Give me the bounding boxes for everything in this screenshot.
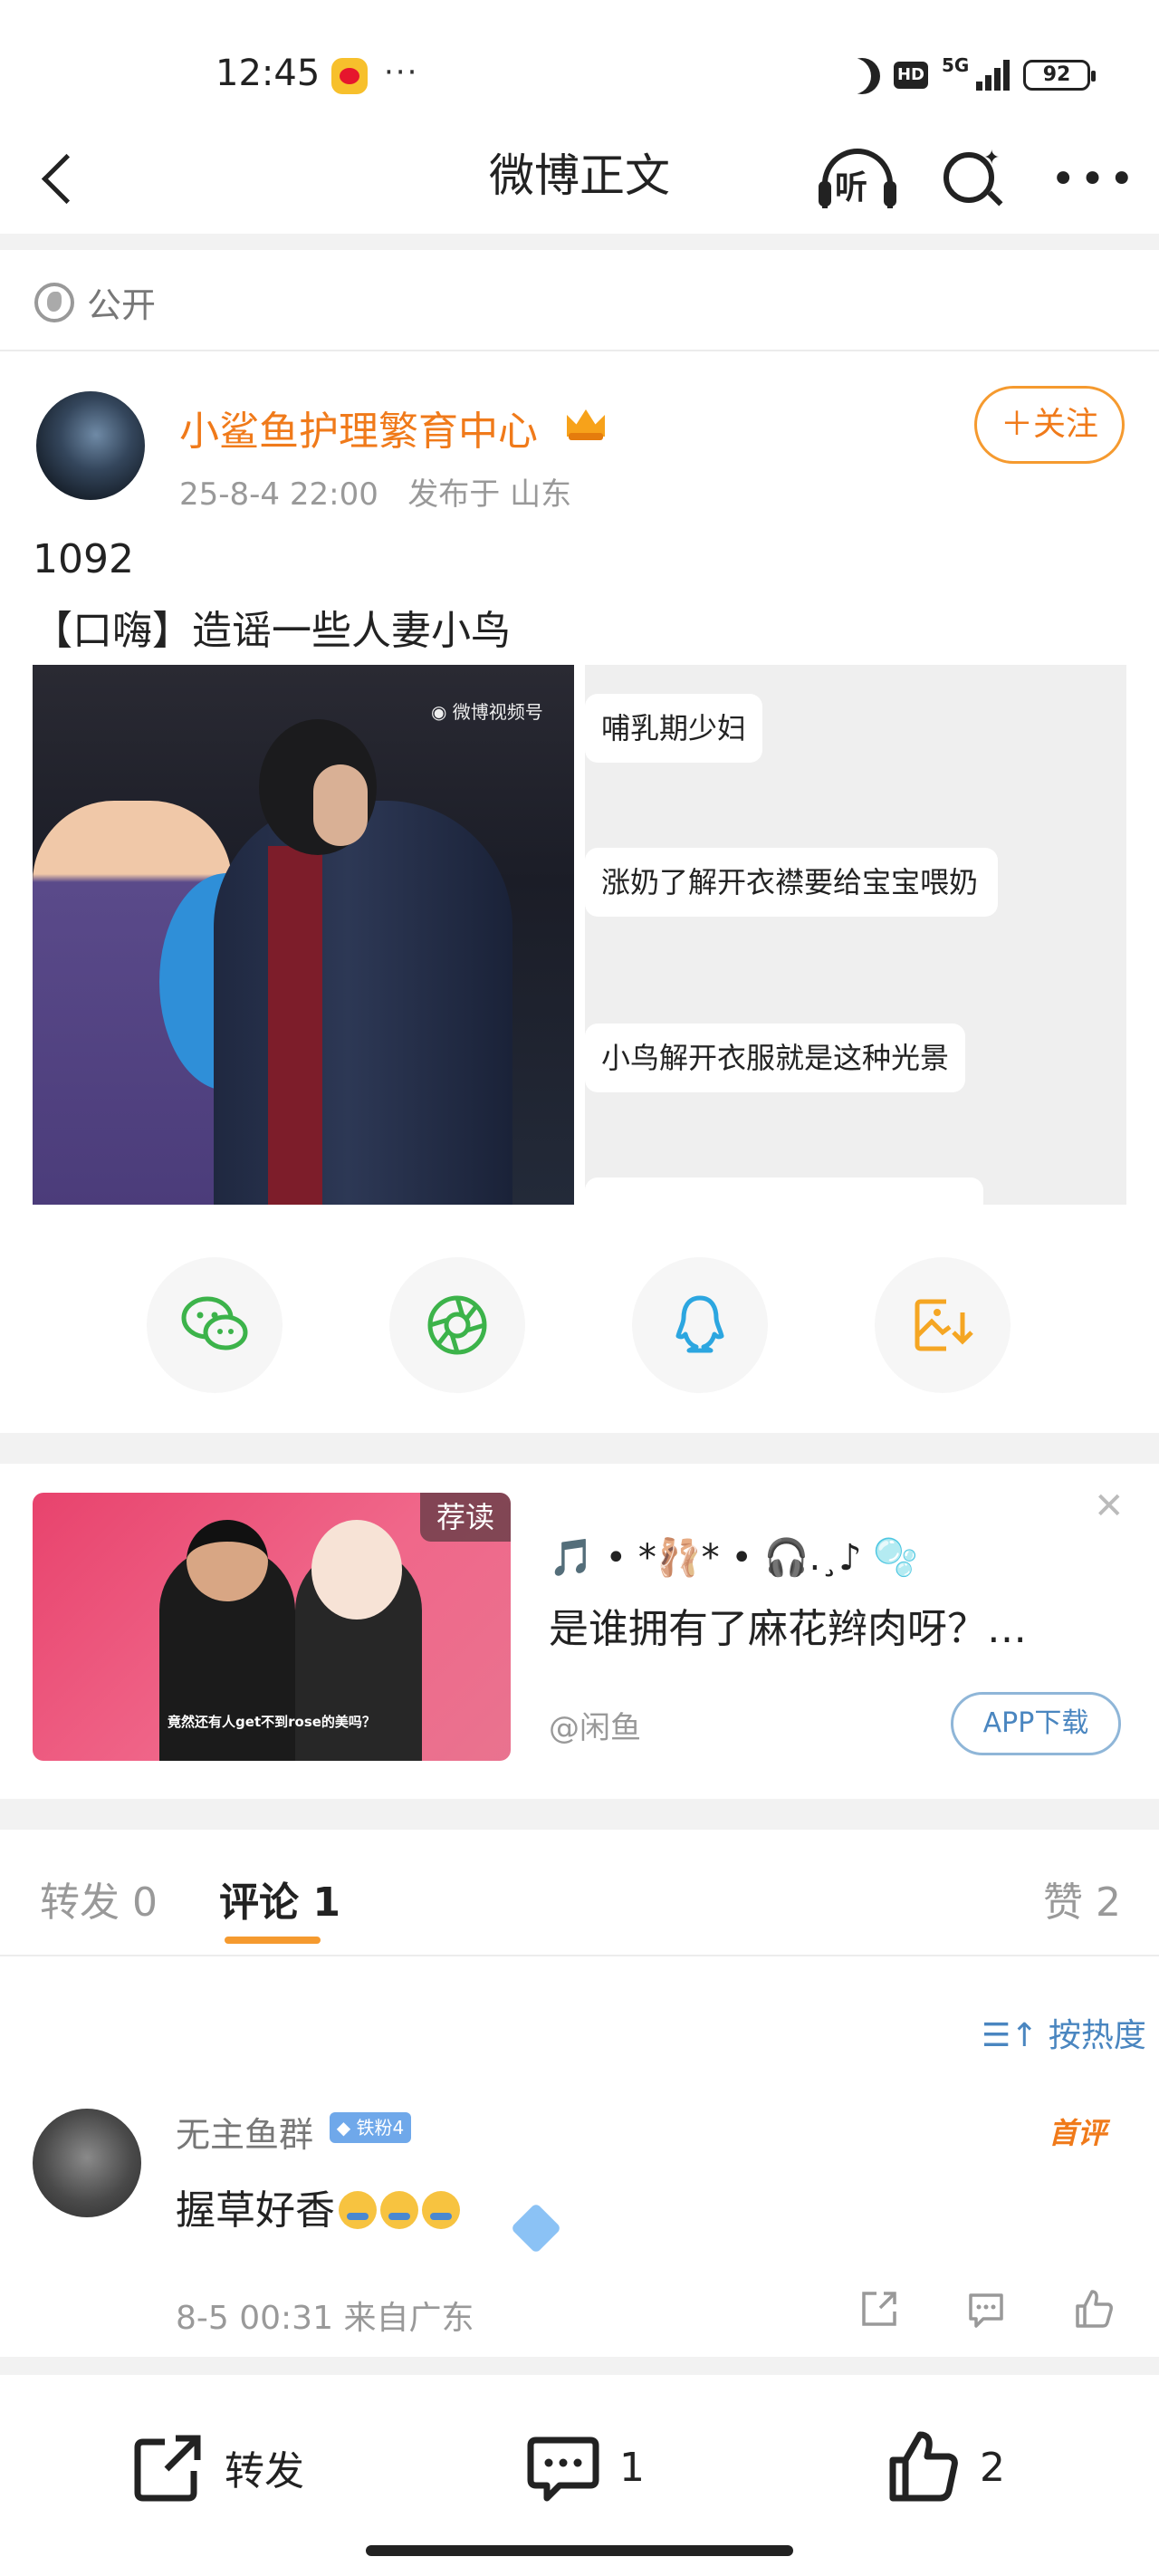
share-moments-button[interactable] [389, 1257, 525, 1393]
network-type: 5G [942, 54, 970, 76]
status-bar: 12:45 ··· HD 5G 92 [0, 0, 1159, 145]
more-icon[interactable]: ••• [1050, 154, 1138, 205]
post-text-line2: 【口嗨】造谣一些人妻小鸟 [33, 608, 511, 654]
dnd-moon-icon [844, 58, 880, 94]
divider [0, 1799, 1159, 1830]
crying-emoji-icon [422, 2191, 460, 2229]
battery-icon: 92 [1023, 60, 1096, 91]
like-count: 2 [980, 2444, 1005, 2491]
tab-comment[interactable]: 评论 1 [219, 1870, 340, 1927]
comment-count: 1 [619, 2444, 645, 2491]
follow-button[interactable]: ＋关注 [974, 386, 1125, 464]
ad-image-subtitle: 竟然还有人get不到rose的美吗？ [168, 1714, 376, 1730]
bottom-action-bar: 转发 1 2 [0, 2389, 1159, 2576]
visibility-label: 公开 [34, 277, 156, 327]
app-download-button[interactable]: APP下载 [951, 1692, 1121, 1755]
author-name[interactable]: 小鲨鱼护理繁育中心 [179, 399, 538, 457]
chat-bubble: 小鸟解开衣服就是这种光景 [585, 1024, 966, 1092]
ad-tag: 荐读 [420, 1493, 511, 1542]
first-comment-badge: 首评 [1049, 2116, 1107, 2150]
tab-like[interactable]: 赞 2 [1043, 1870, 1121, 1927]
save-image-button[interactable] [875, 1257, 1011, 1393]
reply-icon[interactable] [963, 2286, 1009, 2331]
chat-bubble: 哺乳期少妇 [585, 694, 763, 763]
globe-icon [34, 282, 74, 322]
sort-icon: ☰↑ [982, 2017, 1039, 2054]
repost-icon [134, 2435, 201, 2502]
commenter-avatar[interactable] [33, 2109, 141, 2217]
like-button[interactable]: 2 [886, 2422, 1005, 2513]
crying-emoji-icon [339, 2191, 377, 2229]
crown-icon [563, 400, 608, 442]
share-comment-icon[interactable] [857, 2286, 902, 2331]
status-time: 12:45 [216, 53, 321, 94]
signal-icon [976, 58, 1012, 91]
tab-repost[interactable]: 转发 0 [40, 1870, 158, 1927]
chat-bubble: 涨奶了解开衣襟要给宝宝喂奶 [585, 848, 998, 917]
post-meta: 25-8-4 22:00 发布于 山东 [179, 469, 571, 514]
divider [0, 2357, 1159, 2375]
close-icon[interactable]: ✕ [1094, 1485, 1125, 1527]
share-qq-button[interactable] [632, 1257, 768, 1393]
post-location: 发布于 山东 [407, 476, 572, 513]
ad-source: @闲鱼 [549, 1710, 641, 1746]
comment-icon [527, 2437, 599, 2502]
like-icon [889, 2431, 958, 2502]
weibo-notification-icon [331, 58, 368, 94]
hd-icon: HD [894, 62, 928, 89]
comment-text-body: 握草好香 [176, 2187, 335, 2234]
post-timestamp: 25-8-4 22:00 [179, 476, 378, 513]
ad-symbols: 🎵 • *🩰* • 🎧.¸♪ 🫧 [549, 1537, 919, 1579]
comment-date: 8-5 00:31 [176, 2300, 333, 2337]
top-nav: 微博正文 听 ✦ ••• [0, 127, 1159, 235]
fan-badge: ◆ 铁粉4 [330, 2112, 411, 2143]
comment-text: 握草好香 [176, 2177, 460, 2235]
wechat-icon [181, 1296, 248, 1350]
post-image-1[interactable]: ◉ 微博视频号 [33, 665, 574, 1205]
save-image-icon [915, 1299, 973, 1351]
comment-button[interactable]: 1 [525, 2422, 645, 2513]
divider [0, 350, 1159, 351]
like-comment-icon[interactable] [1070, 2286, 1116, 2331]
divider [0, 234, 1159, 250]
ad-title[interactable]: 是谁拥有了麻花辫肉呀？… [549, 1596, 1027, 1654]
fan-badge-label: 铁粉4 [356, 2117, 405, 2139]
share-wechat-button[interactable] [147, 1257, 283, 1393]
sort-label: 按热度 [1048, 2017, 1146, 2054]
repost-button[interactable]: 转发 [130, 2422, 304, 2513]
comment-location: 来自广东 [343, 2300, 474, 2337]
post-image-2[interactable]: 哺乳期少妇 涨奶了解开衣襟要给宝宝喂奶 小鸟解开衣服就是这种光景 [585, 665, 1126, 1205]
crying-emoji-icon [380, 2191, 418, 2229]
qq-icon [675, 1295, 724, 1353]
commenter-name[interactable]: 无主鱼群 [176, 2107, 313, 2157]
visibility-text: 公开 [87, 285, 157, 325]
comment-meta: 8-5 00:31 来自广东 [176, 2292, 474, 2339]
diamond-icon [510, 2202, 562, 2254]
chat-bubble [585, 1177, 983, 1205]
home-indicator[interactable] [366, 2545, 793, 2556]
divider [0, 1955, 1159, 1956]
author-avatar[interactable] [36, 391, 145, 500]
moments-icon [427, 1295, 487, 1355]
listen-icon[interactable]: 听 [819, 149, 896, 208]
repost-label: 转发 [225, 2448, 304, 2494]
post-text-line1: 1092 [33, 536, 134, 582]
more-notifications-icon: ··· [384, 54, 419, 91]
active-tab-indicator [225, 1937, 321, 1944]
divider [0, 1433, 1159, 1464]
watermark: ◉ 微博视频号 [431, 701, 543, 723]
sort-button[interactable]: ☰↑ 按热度 [982, 2009, 1146, 2056]
ai-search-icon[interactable]: ✦ [940, 147, 1003, 210]
